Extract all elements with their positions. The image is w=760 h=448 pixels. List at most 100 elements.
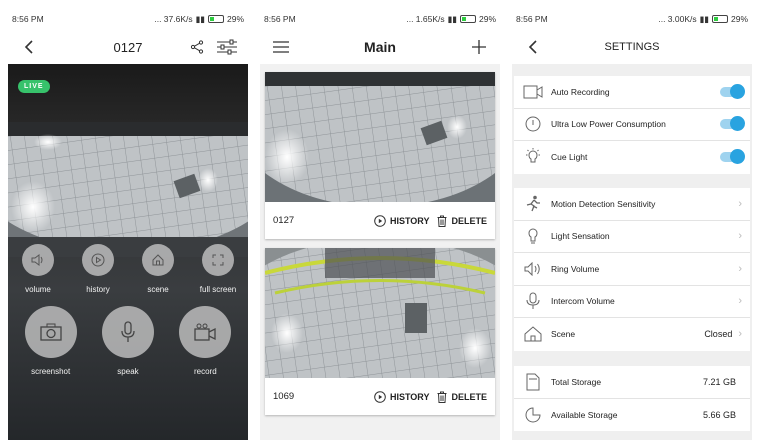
pie-icon [522, 404, 544, 426]
scene-value: Closed [704, 329, 733, 340]
battery-level: 29% [226, 14, 244, 24]
network-speed: ... 1.65K/s [406, 14, 445, 24]
setting-label: Ring Volume [551, 263, 600, 274]
status-time: 8:56 PM [516, 14, 548, 24]
toggle-group: Auto Recording Ultra Low Power Consumpti… [514, 76, 750, 174]
device-card[interactable]: 0127 HISTORY DELETE [265, 72, 495, 239]
play-circle-icon [374, 390, 386, 403]
home-scene-icon [152, 254, 164, 266]
control-label: scene [147, 285, 169, 294]
device-thumbnail[interactable] [265, 72, 495, 202]
sliders-icon [217, 39, 237, 55]
setting-label: Auto Recording [551, 86, 610, 97]
large-controls: screenshot speak record [8, 306, 248, 376]
camera-outline-icon [522, 81, 544, 103]
battery-level: 29% [478, 14, 496, 24]
setting-intercom-volume[interactable]: Intercom Volume › [514, 286, 750, 318]
battery-icon [207, 15, 224, 23]
setting-label: Light Sensation [551, 231, 610, 242]
status-time: 8:56 PM [12, 14, 44, 24]
battery-level: 29% [730, 14, 748, 24]
back-button[interactable] [522, 36, 544, 58]
history-button[interactable]: HISTORY [374, 214, 429, 227]
storage-label: Available Storage [551, 409, 618, 420]
plus-icon [472, 40, 486, 54]
chevron-right-icon: › [738, 197, 742, 210]
device-name: 0127 [273, 215, 295, 226]
setting-motion-detection[interactable]: Motion Detection Sensitivity › [514, 188, 750, 221]
screenshot-control[interactable]: screenshot [21, 306, 81, 376]
setting-label: Intercom Volume [551, 296, 615, 307]
control-label: volume [25, 285, 51, 294]
signal-icon: ▮▮ [699, 13, 709, 24]
settings-button[interactable] [216, 36, 238, 58]
storage-group: Total Storage 7.21 GB Available Storage … [514, 366, 750, 431]
signal-icon: ▮▮ [195, 13, 205, 24]
add-device-button[interactable] [468, 36, 490, 58]
delete-button[interactable]: DELETE [437, 215, 487, 227]
light-sensor-icon [522, 225, 544, 247]
small-controls: volume history scene full screen [8, 244, 248, 294]
chevron-left-icon [24, 40, 33, 54]
device-name: 1069 [273, 391, 295, 402]
control-label: full screen [199, 285, 237, 294]
bulb-icon [522, 146, 544, 168]
video-record-icon [194, 323, 216, 341]
live-header: 0127 [8, 30, 248, 64]
fullscreen-control[interactable]: full screen [188, 244, 248, 294]
power-icon [522, 113, 544, 135]
cue-light-toggle[interactable] [720, 149, 745, 165]
back-button[interactable] [18, 36, 40, 58]
speak-control[interactable]: speak [98, 306, 158, 376]
control-label: screenshot [31, 367, 71, 376]
setting-ultra-low-power[interactable]: Ultra Low Power Consumption [514, 109, 750, 141]
home-icon [522, 323, 544, 345]
storage-value: 7.21 GB [702, 376, 736, 387]
network-speed: ... 3.00K/s [658, 14, 697, 24]
ultra-low-power-toggle[interactable] [720, 116, 745, 132]
main-header: Main [260, 30, 500, 64]
setting-ring-volume[interactable]: Ring Volume › [514, 253, 750, 286]
history-button[interactable]: HISTORY [374, 390, 429, 403]
settings-screen: 8:56 PM ... 3.00K/s ▮▮ 29% SETTINGS Auto… [512, 8, 752, 440]
share-button[interactable] [186, 36, 208, 58]
microphone-icon [121, 321, 135, 342]
history-control[interactable]: history [68, 244, 128, 294]
volume-control[interactable]: volume [8, 244, 68, 294]
setting-auto-recording[interactable]: Auto Recording [514, 76, 750, 109]
main-screen: 8:56 PM ... 1.65K/s ▮▮ 29% Main 0127 HIS… [260, 8, 500, 440]
options-group: Motion Detection Sensitivity › Light Sen… [514, 188, 750, 351]
setting-cue-light[interactable]: Cue Light [514, 141, 750, 174]
trash-icon [437, 215, 447, 227]
setting-light-sensation[interactable]: Light Sensation › [514, 221, 750, 253]
live-video-area[interactable]: LIVE volume history scene full screen sc… [8, 64, 248, 440]
menu-button[interactable] [270, 36, 292, 58]
volume-icon [31, 254, 43, 266]
fullscreen-icon [212, 254, 224, 266]
live-badge: LIVE [18, 80, 50, 93]
network-speed: ... 37.6K/s [154, 14, 193, 24]
total-storage-row: Total Storage 7.21 GB [514, 366, 750, 399]
chevron-left-icon [528, 40, 537, 54]
storage-label: Total Storage [551, 376, 602, 387]
hamburger-icon [273, 41, 289, 53]
camera-icon [40, 323, 62, 341]
play-circle-icon [374, 214, 386, 227]
record-control[interactable]: record [175, 306, 235, 376]
device-card[interactable]: 1069 HISTORY DELETE [265, 248, 495, 415]
status-bar: 8:56 PM ... 1.65K/s ▮▮ 29% [260, 8, 500, 30]
control-label: history [86, 285, 110, 294]
device-thumbnail[interactable] [265, 248, 495, 378]
setting-label: Ultra Low Power Consumption [551, 119, 666, 130]
page-title: Main [364, 39, 396, 55]
battery-icon [711, 15, 728, 23]
page-title: SETTINGS [604, 41, 660, 53]
setting-scene[interactable]: Scene Closed › [514, 318, 750, 351]
status-time: 8:56 PM [264, 14, 296, 24]
status-bar: 8:56 PM ... 37.6K/s ▮▮ 29% [8, 8, 248, 30]
auto-recording-toggle[interactable] [720, 83, 745, 99]
scene-control[interactable]: scene [128, 244, 188, 294]
trash-icon [437, 391, 447, 403]
delete-button[interactable]: DELETE [437, 391, 487, 403]
setting-label: Cue Light [551, 152, 588, 163]
